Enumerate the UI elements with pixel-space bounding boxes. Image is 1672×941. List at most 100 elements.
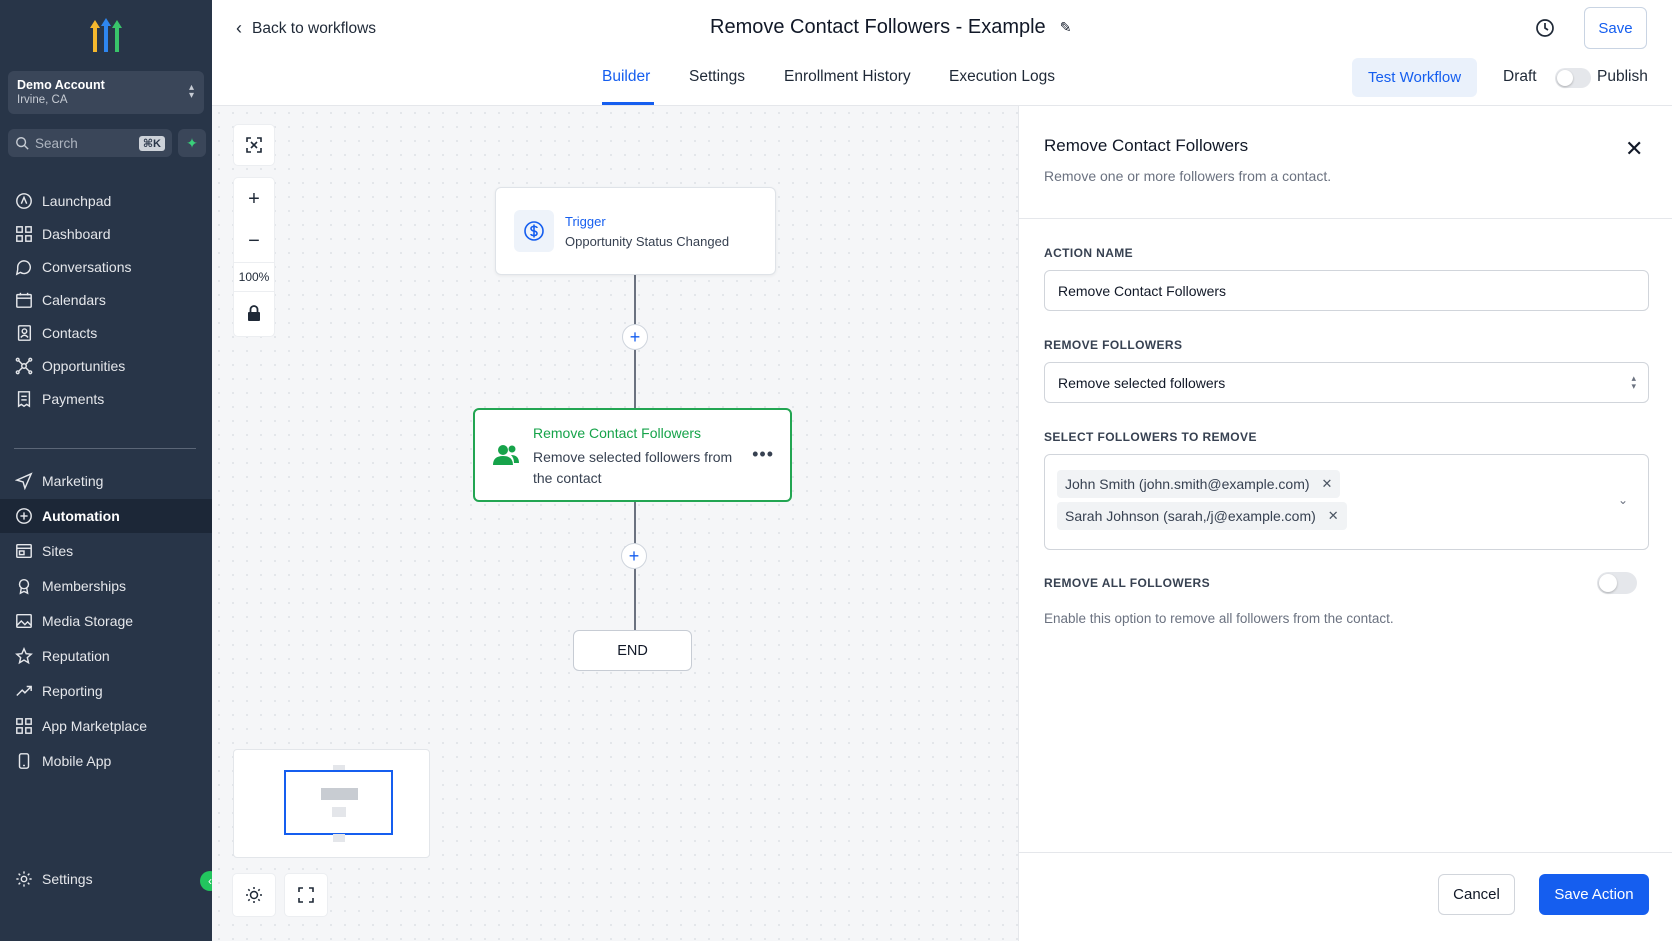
minimap-viewport[interactable] (284, 770, 393, 835)
zoom-out-button[interactable]: − (234, 220, 274, 262)
sidebar-divider (14, 448, 196, 449)
sidebar-item-settings[interactable]: Settings (0, 862, 212, 896)
remove-all-toggle[interactable] (1597, 572, 1637, 594)
sidebar-item-label: Settings (42, 871, 93, 887)
chevron-updown-icon: ▴ ▾ (188, 82, 194, 101)
back-to-workflows-link[interactable]: ‹ Back to workflows (236, 18, 376, 39)
publish-toggle[interactable] (1555, 68, 1591, 88)
more-options-icon[interactable]: ••• (752, 444, 774, 465)
test-workflow-button[interactable]: Test Workflow (1352, 58, 1477, 97)
sidebar-item-label: App Marketplace (42, 718, 148, 734)
toggle-knob (1599, 574, 1617, 592)
search-placeholder: Search (35, 135, 78, 151)
followers-multiselect[interactable]: John Smith (john.smith@example.com) ✕ Sa… (1044, 454, 1649, 550)
chevron-down-icon[interactable]: ⌄ (1618, 493, 1628, 507)
sidebar-item-calendars[interactable]: Calendars (0, 283, 212, 317)
calendar-icon (14, 290, 34, 310)
sidebar-item-app-marketplace[interactable]: App Marketplace (0, 709, 212, 743)
minimap-node (321, 788, 358, 800)
sidebar-item-opportunities[interactable]: Opportunities (0, 349, 212, 383)
sites-icon (14, 541, 34, 561)
add-step-button[interactable]: + (621, 543, 647, 569)
sidebar-item-marketing[interactable]: Marketing (0, 464, 212, 498)
panel-footer-divider (1019, 852, 1672, 853)
account-switcher[interactable]: Demo Account Irvine, CA ▴ ▾ (8, 71, 204, 114)
plus-icon: + (629, 326, 641, 347)
trigger-node[interactable]: Trigger Opportunity Status Changed (495, 187, 776, 275)
tab-settings[interactable]: Settings (689, 68, 745, 86)
tab-enrollment-history[interactable]: Enrollment History (784, 68, 911, 86)
workflow-header: ‹ Back to workflows Remove Contact Follo… (212, 0, 1672, 106)
sidebar-item-label: Calendars (42, 292, 106, 308)
remove-followers-label: REMOVE FOLLOWERS (1044, 338, 1183, 352)
edit-title-icon[interactable]: ✎ (1060, 19, 1072, 36)
phone-icon (14, 751, 34, 771)
sun-icon (246, 887, 262, 903)
tab-execution-logs[interactable]: Execution Logs (949, 68, 1055, 86)
save-button[interactable]: Save (1584, 7, 1647, 49)
remove-followers-select[interactable]: Remove selected followers ▴ ▾ (1044, 362, 1649, 403)
sidebar-item-label: Automation (42, 508, 120, 524)
panel-description: Remove one or more followers from a cont… (1044, 168, 1332, 184)
sidebar-item-label: Reporting (42, 683, 103, 699)
brand-logo[interactable] (84, 14, 128, 58)
contacts-icon (14, 323, 34, 343)
minimap[interactable] (233, 749, 430, 858)
sidebar-item-label: Memberships (42, 578, 127, 594)
publish-label: Publish (1597, 68, 1648, 85)
users-icon (493, 445, 519, 465)
sidebar-item-mobile-app[interactable]: Mobile App (0, 744, 212, 778)
sidebar-item-reputation[interactable]: Reputation (0, 639, 212, 673)
workflow-canvas[interactable]: + − 100% + + Trigger Opportunity Status … (212, 106, 1018, 941)
sidebar-item-reporting[interactable]: Reporting (0, 674, 212, 708)
sidebar-item-media-storage[interactable]: Media Storage (0, 604, 212, 638)
search-input[interactable]: Search ⌘K (8, 129, 172, 157)
sidebar-item-label: Payments (42, 391, 105, 407)
chevron-updown-icon: ▴ ▾ (1631, 373, 1636, 391)
gear-icon (14, 869, 34, 889)
sidebar-item-conversations[interactable]: Conversations (0, 250, 212, 284)
ai-assistant-button[interactable]: ✦ (178, 129, 206, 157)
fullscreen-button[interactable] (285, 874, 327, 916)
account-location: Irvine, CA (17, 94, 68, 106)
star-icon (14, 646, 34, 666)
remove-chip-icon[interactable]: ✕ (1328, 508, 1339, 524)
panel-title: Remove Contact Followers (1044, 136, 1249, 155)
dollar-circle-icon (514, 210, 554, 252)
sidebar-item-sites[interactable]: Sites (0, 534, 212, 568)
remove-chip-icon[interactable]: ✕ (1322, 476, 1333, 492)
minus-icon: − (248, 229, 260, 252)
sparkle-icon: ✦ (186, 134, 198, 151)
lock-canvas-button[interactable] (234, 292, 274, 334)
sidebar-item-memberships[interactable]: Memberships (0, 569, 212, 603)
minimap-node (332, 807, 346, 817)
add-step-button[interactable]: + (622, 324, 648, 350)
theme-toggle-button[interactable] (233, 874, 275, 916)
history-icon[interactable] (1535, 18, 1555, 38)
sidebar-item-contacts[interactable]: Contacts (0, 316, 212, 350)
send-icon (14, 471, 34, 491)
zoom-in-button[interactable]: + (234, 178, 274, 220)
workflow-title: Remove Contact Followers - Example ✎ (710, 16, 1071, 39)
cancel-button[interactable]: Cancel (1438, 874, 1515, 915)
sidebar-item-label: Mobile App (42, 753, 112, 769)
action-name-field[interactable]: Remove Contact Followers (1044, 270, 1649, 311)
sidebar-item-launchpad[interactable]: Launchpad (0, 184, 212, 218)
action-config-panel: Remove Contact Followers Remove one or m… (1018, 106, 1672, 941)
sidebar-item-label: Media Storage (42, 613, 134, 629)
sidebar-item-automation[interactable]: Automation (0, 499, 212, 533)
search-shortcut: ⌘K (138, 135, 165, 151)
sidebar-item-payments[interactable]: Payments (0, 382, 212, 416)
action-label: Remove Contact Followers (533, 425, 702, 441)
fit-view-button[interactable] (234, 125, 274, 165)
trigger-label: Trigger (565, 214, 606, 229)
receipt-icon (14, 389, 34, 409)
sidebar-item-dashboard[interactable]: Dashboard (0, 217, 212, 251)
action-node[interactable]: Remove Contact Followers Remove selected… (473, 408, 792, 502)
network-icon (14, 356, 34, 376)
save-action-button[interactable]: Save Action (1539, 874, 1649, 915)
close-icon[interactable]: ✕ (1625, 136, 1643, 162)
sidebar-item-label: Reputation (42, 648, 110, 664)
follower-chip: Sarah Johnson (sarah,/j@example.com) ✕ (1057, 502, 1347, 530)
tab-builder[interactable]: Builder (602, 68, 650, 86)
